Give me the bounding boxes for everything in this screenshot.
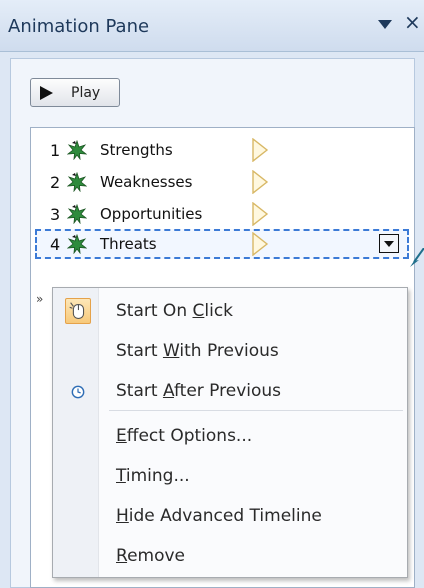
menu-item-start-with-previous[interactable]: Start With Previous [53,335,407,367]
chevron-down-icon [384,241,394,247]
accelerator-key: C [192,301,205,321]
animation-item-opportunities[interactable]: 3 Opportunities [31,199,414,229]
context-menu: Start On Click Start With Previous Start A… [52,287,408,578]
menu-item-label: Start After Previous [116,381,282,401]
menu-separator [109,410,403,411]
menu-item-effect-options[interactable]: Effect Options... [53,420,407,452]
mouse-click-icon [65,298,91,324]
pane-title: Animation Pane [8,16,150,37]
close-icon[interactable]: × [404,12,421,32]
play-label: Play [71,85,101,101]
animation-item-label: Strengths [100,141,173,159]
play-icon [40,86,53,100]
animation-order-number: 4 [50,235,61,254]
animation-order-number: 3 [50,205,61,224]
play-button[interactable]: Play [30,78,120,107]
menu-item-start-after-previous[interactable]: Start After Previous [53,375,407,407]
accelerator-key: A [162,381,174,401]
menu-item-hide-advanced-timeline[interactable]: Hide Advanced Timeline [53,500,407,532]
menu-item-label: Start On Click [116,301,234,321]
timing-bar-icon[interactable] [251,137,269,163]
menu-item-label: Effect Options... [116,426,253,446]
animation-order-number: 1 [50,141,61,160]
star-effect-icon [66,171,88,193]
timing-bar-icon[interactable] [251,169,269,195]
animation-item-label: Weaknesses [100,173,193,191]
animation-order-number: 2 [50,173,61,192]
menu-item-label: Remove [116,546,186,566]
star-effect-icon [66,233,88,255]
menu-item-label: Hide Advanced Timeline [116,506,322,526]
animation-item-label: Opportunities [100,205,203,223]
timing-bar-icon[interactable] [251,231,269,257]
chevron-down-icon[interactable] [378,20,392,29]
accelerator-key: R [116,546,128,566]
collapse-chevron-icon[interactable]: » [36,293,43,305]
item-dropdown-button[interactable] [379,234,399,253]
clock-icon [71,384,85,399]
menu-item-label: Start With Previous [116,341,279,361]
pane-header: Animation Pane × [0,0,424,52]
menu-item-timing[interactable]: Timing... [53,460,407,492]
star-effect-icon [66,139,88,161]
accelerator-key: H [116,506,129,526]
menu-item-remove[interactable]: Remove [53,540,407,572]
accelerator-key: W [162,341,180,361]
animation-item-label: Threats [100,235,157,253]
menu-item-label: Timing... [116,466,190,486]
animation-item-strengths[interactable]: 1 Strengths [31,135,414,165]
animation-item-threats[interactable]: 4 Threats [35,229,409,259]
menu-item-start-on-click[interactable]: Start On Click [53,295,407,327]
animation-item-weaknesses[interactable]: 2 Weaknesses [31,167,414,197]
callout-arrow-icon [410,248,424,267]
accelerator-key: T [116,466,126,486]
accelerator-key: E [116,426,127,446]
timing-bar-icon[interactable] [251,201,269,227]
star-effect-icon [66,203,88,225]
